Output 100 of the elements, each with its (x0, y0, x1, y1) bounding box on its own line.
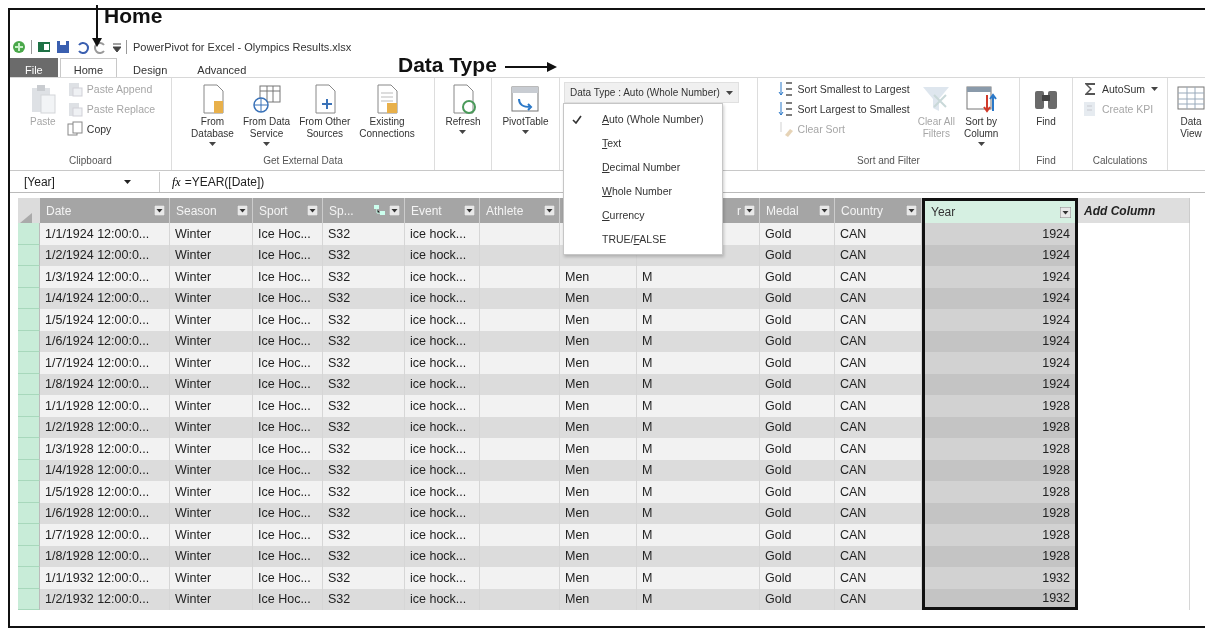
save-icon[interactable] (56, 40, 70, 54)
data-type-dropdown[interactable]: Data Type : Auto (Whole Number) (564, 82, 739, 103)
filter-dropdown-icon[interactable] (906, 205, 917, 216)
row-header[interactable] (18, 438, 40, 460)
menu-item[interactable]: TRUE/FALSE (564, 227, 722, 251)
row-header[interactable] (18, 395, 40, 417)
table-cell: CAN (835, 588, 922, 610)
ribbon-button[interactable]: From Data Service (239, 80, 294, 148)
column-header[interactable]: Add Column (1078, 198, 1190, 223)
table-cell: Men (560, 287, 637, 309)
row-header[interactable] (18, 223, 40, 245)
table-sort-icon (965, 83, 998, 115)
table-cell: Men (560, 416, 637, 438)
menu-item[interactable]: Decimal Number (564, 155, 722, 179)
row-header[interactable] (18, 459, 40, 481)
table-cell: S32 (323, 287, 405, 309)
row-header[interactable] (18, 545, 40, 567)
table-cell: Winter (170, 567, 253, 589)
table-cell: Men (560, 309, 637, 331)
table-cell: CAN (835, 287, 922, 309)
table-cell: 1/3/1928 12:00:0... (40, 438, 170, 460)
row-header[interactable] (18, 416, 40, 438)
corner-icon[interactable] (18, 213, 32, 223)
ribbon-tab[interactable]: Advanced (183, 58, 261, 77)
ribbon-button[interactable]: From Database (188, 80, 237, 148)
row-header[interactable] (18, 352, 40, 374)
table-cell: Ice Hoc... (253, 244, 323, 266)
ribbon-button[interactable]: AutoSum (1079, 80, 1161, 98)
filter-dropdown-icon[interactable] (1060, 206, 1071, 218)
table-cell: Gold (760, 416, 835, 438)
table-cell: 1928 (922, 524, 1078, 546)
table-cell: Gold (760, 223, 835, 245)
filter-dropdown-icon[interactable] (154, 205, 165, 216)
ribbon-button[interactable]: Sort Largest to Smallest (775, 100, 912, 118)
row-header[interactable] (18, 524, 40, 546)
column-header[interactable]: Year (922, 198, 1078, 223)
ribbon-button[interactable]: Sort Smallest to Largest (775, 80, 912, 98)
group-label: Calculations (1092, 155, 1148, 166)
ribbon-button[interactable]: Data View (1172, 80, 1205, 142)
table-cell: Ice Hoc... (253, 524, 323, 546)
row-header[interactable] (18, 244, 40, 266)
table-cell: Winter (170, 588, 253, 610)
table-cell: Ice Hoc... (253, 373, 323, 395)
row-header[interactable] (18, 481, 40, 503)
filter-dropdown-icon[interactable] (744, 205, 755, 216)
table-cell: ice hock... (405, 287, 480, 309)
table-cell: Gold (760, 287, 835, 309)
row-header[interactable] (18, 502, 40, 524)
table-cell: S32 (323, 373, 405, 395)
ribbon-button[interactable]: Existing Connections (356, 80, 418, 142)
undo-icon[interactable] (75, 40, 89, 54)
table-cell: S32 (323, 481, 405, 503)
table-cell: S32 (323, 395, 405, 417)
row-header[interactable] (18, 330, 40, 352)
filter-dropdown-icon[interactable] (464, 205, 475, 216)
customize-icon[interactable] (113, 42, 121, 52)
table-cell: 1928 (922, 481, 1078, 503)
copy-icon (66, 121, 83, 137)
table-cell: CAN (835, 266, 922, 288)
ribbon-button[interactable]: PivotTable (499, 80, 552, 136)
formula-field[interactable]: =YEAR([Date]) (184, 175, 265, 189)
filter-dropdown-icon[interactable] (307, 205, 318, 216)
table-cell: S32 (323, 309, 405, 331)
redo-icon[interactable] (94, 40, 108, 54)
ribbon-tab[interactable]: Design (119, 58, 182, 77)
filter-dropdown-icon[interactable] (237, 205, 248, 216)
file-tab[interactable]: File (10, 58, 58, 77)
menu-item[interactable]: Currency (564, 203, 722, 227)
relationship-icon (374, 205, 386, 216)
filter-dropdown-icon[interactable] (544, 205, 555, 216)
row-header[interactable] (18, 373, 40, 395)
ribbon-button[interactable]: Find (1027, 80, 1065, 130)
table-cell: 1/6/1924 12:00:0... (40, 330, 170, 352)
excel-icon[interactable] (37, 40, 51, 54)
row-header[interactable] (18, 287, 40, 309)
table-cell: ice hock... (405, 244, 480, 266)
table-cell: M (637, 524, 760, 546)
table-cell: 1/6/1928 12:00:0... (40, 502, 170, 524)
menu-item[interactable]: Text (564, 131, 722, 155)
menu-item[interactable]: Auto (Whole Number) (564, 107, 722, 131)
row-header[interactable] (18, 309, 40, 331)
row-header[interactable] (18, 266, 40, 288)
filter-dropdown-icon[interactable] (819, 205, 830, 216)
filter-dropdown-icon[interactable] (389, 205, 400, 216)
row-header[interactable] (18, 588, 40, 610)
table-cell: Ice Hoc... (253, 588, 323, 610)
table-cell: CAN (835, 524, 922, 546)
ribbon-button[interactable]: From Other Sources (296, 80, 354, 142)
table-cell: M (637, 545, 760, 567)
app-icon[interactable] (12, 40, 26, 54)
menu-item[interactable]: Whole Number (564, 179, 722, 203)
ribbon-button[interactable]: Refresh (442, 80, 484, 136)
table-cell: 1928 (922, 502, 1078, 524)
ribbon-button[interactable]: Sort by Column (960, 80, 1002, 148)
kpi-icon (1081, 101, 1098, 117)
name-box[interactable]: [Year] (10, 172, 160, 192)
row-header[interactable] (18, 567, 40, 589)
ribbon-button[interactable]: Copy (64, 120, 158, 138)
function-label: fx (172, 174, 181, 190)
ribbon-tab[interactable]: Home (59, 58, 118, 77)
